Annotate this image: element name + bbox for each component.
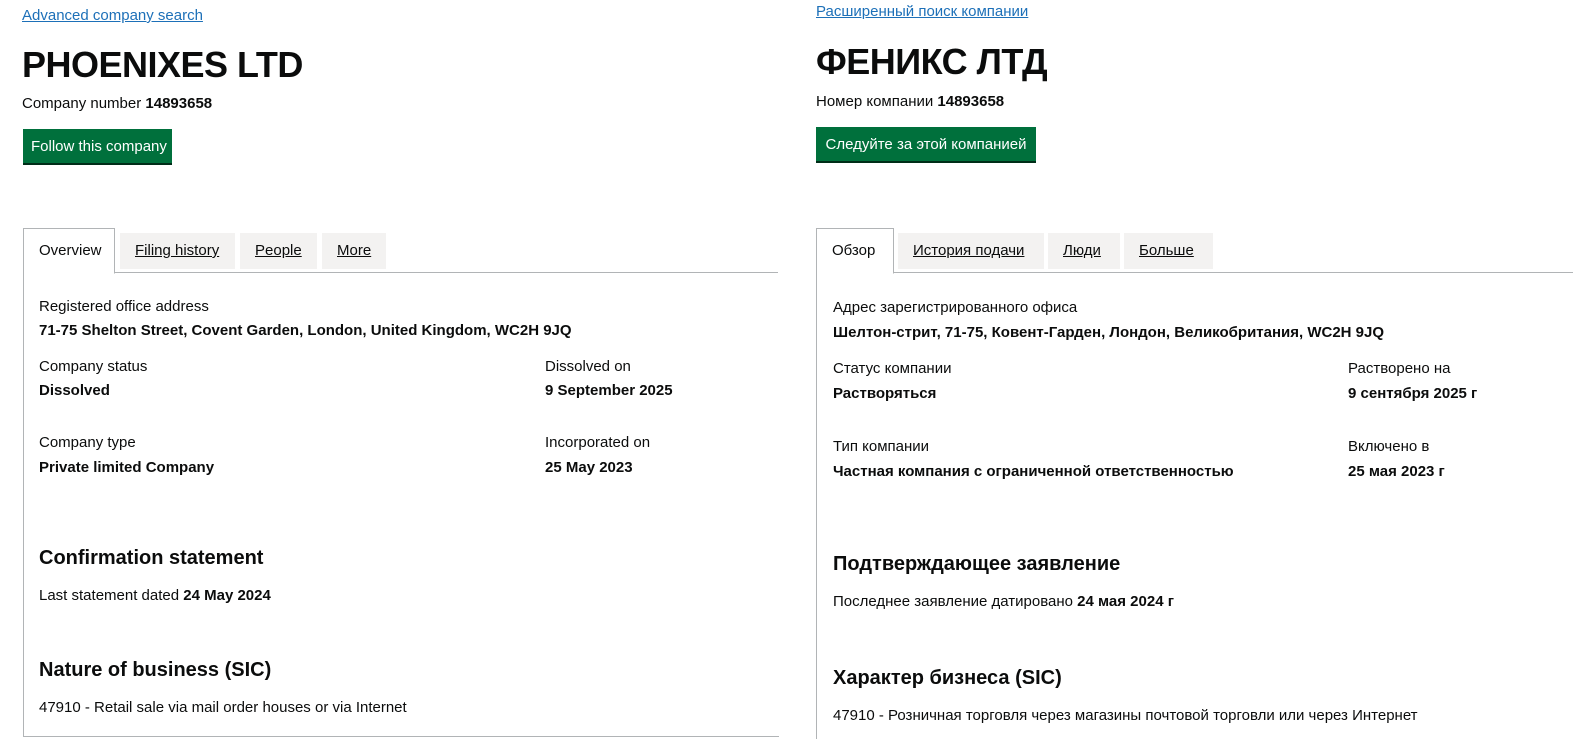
company-name-ru: ФЕНИКС ЛТД [816, 41, 1048, 82]
company-number-label-ru: Номер компании [816, 93, 934, 110]
company-number-label: Company number [22, 95, 142, 112]
company-number-value: 14893658 [145, 95, 213, 112]
nature-of-business-heading: Nature of business (SIC) [39, 659, 272, 681]
last-statement-label-ru: Последнее заявление датировано [833, 593, 1073, 610]
dissolved-on-label: Dissolved on [545, 358, 631, 375]
registered-office-label: Registered office address [39, 298, 209, 315]
registered-office-label-ru: Адрес зарегистрированного офиса [833, 299, 1078, 316]
last-statement-label: Last statement dated [39, 587, 180, 604]
company-number: Company number 14893658 [22, 95, 212, 112]
tab-filing-history[interactable]: Filing history [120, 233, 235, 269]
advanced-company-search-link-ru[interactable]: Расширенный поиск компании [816, 3, 1028, 20]
sic-code-text: 47910 - Retail sale via mail order house… [39, 699, 407, 716]
last-statement-text: Last statement dated 24 May 2024 [39, 587, 271, 604]
dissolved-on-label-ru: Растворено на [1348, 360, 1451, 377]
incorporated-on-value: 25 May 2023 [545, 459, 633, 476]
incorporated-on-label: Incorporated on [545, 434, 651, 451]
company-status-value: Dissolved [39, 382, 110, 399]
last-statement-value: 24 May 2024 [183, 587, 271, 604]
tab-more[interactable]: More [322, 233, 386, 269]
company-type-label: Company type [39, 434, 136, 451]
tab-more-ru[interactable]: Больше [1124, 233, 1213, 269]
company-number-value-ru: 14893658 [937, 93, 1005, 110]
confirmation-statement-heading: Confirmation statement [39, 547, 264, 569]
company-status-value-ru: Растворяться [833, 385, 937, 402]
company-name: PHOENIXES LTD [22, 44, 303, 85]
tab-people[interactable]: People [240, 233, 317, 269]
advanced-company-search-link[interactable]: Advanced company search [22, 7, 203, 24]
dissolved-on-value: 9 September 2025 [545, 382, 673, 399]
dissolved-on-value-ru: 9 сентября 2025 г [1348, 385, 1478, 402]
tab-overview-ru[interactable]: Обзор [816, 228, 894, 274]
nature-of-business-heading-ru: Характер бизнеса (SIC) [833, 667, 1062, 689]
tab-overview[interactable]: Overview [23, 228, 115, 274]
follow-company-button-ru[interactable]: Следуйте за этой компанией [816, 127, 1036, 161]
sic-code-text-ru: 47910 - Розничная торговля через магазин… [833, 707, 1418, 724]
russian-panel: Расширенный поиск компании ФЕНИКС ЛТД Но… [795, 0, 1573, 739]
incorporated-on-label-ru: Включено в [1348, 438, 1430, 455]
english-panel: Advanced company search PHOENIXES LTD Co… [0, 0, 790, 739]
incorporated-on-value-ru: 25 мая 2023 г [1348, 463, 1445, 480]
last-statement-text-ru: Последнее заявление датировано 24 мая 20… [833, 593, 1174, 610]
confirmation-statement-heading-ru: Подтверждающее заявление [833, 553, 1121, 575]
company-status-label-ru: Статус компании [833, 360, 952, 377]
tab-people-ru[interactable]: Люди [1048, 233, 1120, 269]
company-type-value: Private limited Company [39, 459, 215, 476]
company-status-label: Company status [39, 358, 148, 375]
company-number-ru: Номер компании 14893658 [816, 93, 1004, 110]
company-type-value-ru: Частная компания с ограниченной ответств… [833, 463, 1234, 480]
follow-company-button[interactable]: Follow this company [23, 129, 172, 163]
company-type-label-ru: Тип компании [833, 438, 930, 455]
tab-filing-history-ru[interactable]: История подачи [898, 233, 1044, 269]
registered-office-value: 71-75 Shelton Street, Covent Garden, Lon… [39, 322, 572, 339]
last-statement-value-ru: 24 мая 2024 г [1077, 593, 1174, 610]
registered-office-value-ru: Шелтон-стрит, 71-75, Ковент-Гарден, Лонд… [833, 324, 1385, 341]
